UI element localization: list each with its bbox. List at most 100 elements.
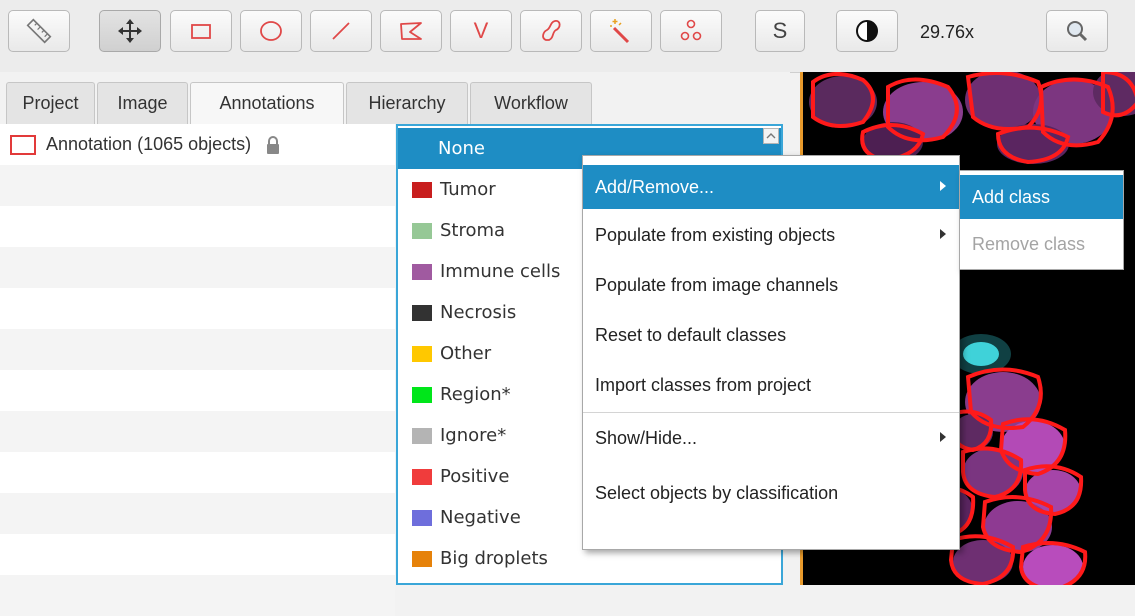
- list-stripe: [0, 452, 395, 493]
- annotation-row[interactable]: Annotation (1065 objects): [0, 124, 395, 165]
- list-stripe: [0, 534, 395, 575]
- polygon-icon: [400, 22, 422, 40]
- menu-item-label: Import classes from project: [595, 374, 812, 395]
- class-label: Stroma: [440, 220, 506, 241]
- class-label: Negative: [440, 507, 521, 528]
- contrast-icon: [856, 20, 878, 42]
- scroll-up-button[interactable]: [763, 128, 779, 144]
- tab-label: Hierarchy: [368, 93, 446, 113]
- brightness-contrast-button[interactable]: [836, 10, 898, 52]
- lock-icon: [267, 135, 280, 154]
- zoom-level: 29.76x: [920, 22, 975, 42]
- menu-item-add-class[interactable]: Add class: [960, 175, 1123, 219]
- brush-tool-button[interactable]: [520, 10, 582, 52]
- tab-workflow[interactable]: Workflow: [470, 82, 592, 124]
- menu-item-add-remove[interactable]: Add/Remove...: [583, 165, 959, 209]
- tab-label: Workflow: [494, 93, 568, 113]
- tab-hierarchy[interactable]: Hierarchy: [346, 82, 468, 124]
- wand-icon: [610, 19, 630, 44]
- rectangle-icon: [191, 24, 211, 39]
- rectangle-tool-button[interactable]: [170, 10, 232, 52]
- menu-item-remove-class[interactable]: Remove class: [960, 222, 1123, 266]
- list-stripe: [0, 370, 395, 411]
- tab-image[interactable]: Image: [97, 82, 188, 124]
- menu-item-label: Populate from existing objects: [595, 224, 836, 245]
- class-context-menu: Add/Remove... Populate from existing obj…: [582, 155, 960, 550]
- class-label: Positive: [440, 466, 510, 487]
- menu-item-populate-existing[interactable]: Populate from existing objects: [583, 213, 959, 257]
- class-label: Big droplets: [440, 548, 548, 569]
- line-tool-button[interactable]: [310, 10, 372, 52]
- submenu-arrow-icon: [940, 432, 946, 442]
- submenu-arrow-icon: [940, 229, 946, 239]
- chevron-up-icon: [766, 133, 776, 139]
- class-color-swatch: [412, 263, 432, 280]
- menu-item-label: Populate from image channels: [595, 274, 839, 295]
- class-color-swatch: [412, 386, 432, 403]
- tab-label: Image: [117, 93, 168, 113]
- class-label: Other: [440, 343, 492, 364]
- menu-item-import-classes[interactable]: Import classes from project: [583, 363, 959, 407]
- list-stripe: [0, 575, 395, 616]
- class-label: Region*: [440, 384, 511, 405]
- annotation-list[interactable]: Annotation (1065 objects): [0, 124, 395, 616]
- wand-tool-button[interactable]: [590, 10, 652, 52]
- menu-item-reset-default[interactable]: Reset to default classes: [583, 313, 959, 357]
- list-stripe: [0, 165, 395, 206]
- polyline-tool-button[interactable]: V: [450, 10, 512, 52]
- points-icon: [680, 19, 702, 41]
- class-color-swatch: [412, 345, 432, 362]
- class-color-swatch: [412, 222, 432, 239]
- menu-item-show-hide[interactable]: Show/Hide...: [583, 416, 959, 460]
- class-label: Necrosis: [440, 302, 517, 323]
- menu-item-label: Remove class: [972, 233, 1086, 254]
- ellipse-icon: [260, 21, 282, 41]
- menu-item-label: Add/Remove...: [595, 176, 715, 197]
- list-stripe: [0, 493, 395, 534]
- points-tool-button[interactable]: [660, 10, 722, 52]
- tab-label: Annotations: [219, 93, 315, 113]
- zoom-icon: [1067, 21, 1088, 42]
- move-icon: [118, 19, 142, 43]
- polygon-tool-button[interactable]: [380, 10, 442, 52]
- tab-project[interactable]: Project: [6, 82, 95, 124]
- menu-item-populate-channels[interactable]: Populate from image channels: [583, 263, 959, 307]
- class-color-swatch: [412, 427, 432, 444]
- line-icon: [332, 22, 350, 40]
- class-label: Immune cells: [440, 261, 561, 282]
- class-label: Ignore*: [440, 425, 507, 446]
- selection-mode-icon: S: [772, 18, 788, 43]
- ruler-tool-button[interactable]: [8, 10, 70, 52]
- class-color-swatch: [412, 304, 432, 321]
- menu-item-label: Add class: [972, 186, 1051, 207]
- polyline-icon: V: [473, 18, 489, 43]
- class-color-swatch: [412, 468, 432, 485]
- ellipse-tool-button[interactable]: [240, 10, 302, 52]
- toolbar: V S 29.76x: [0, 0, 1135, 73]
- menu-separator: [583, 412, 959, 413]
- list-stripe: [0, 247, 395, 288]
- menu-item-label: Reset to default classes: [595, 324, 787, 345]
- submenu-arrow-icon: [940, 181, 946, 191]
- list-stripe: [0, 329, 395, 370]
- zoom-button[interactable]: [1046, 10, 1108, 52]
- list-stripe: [0, 288, 395, 329]
- menu-item-label: Show/Hide...: [595, 427, 698, 448]
- tab-label: Project: [22, 93, 79, 113]
- class-label: Tumor: [440, 179, 496, 200]
- add-remove-submenu: Add class Remove class: [959, 170, 1124, 270]
- list-stripe: [0, 206, 395, 247]
- brush-icon: [542, 20, 561, 41]
- class-color-swatch: [412, 550, 432, 567]
- selection-mode-button[interactable]: S: [755, 10, 805, 52]
- class-color-swatch: [412, 181, 432, 198]
- move-tool-button[interactable]: [99, 10, 161, 52]
- annotation-color-swatch: [10, 134, 36, 155]
- tab-annotations[interactable]: Annotations: [190, 82, 344, 124]
- class-color-swatch: [412, 509, 432, 526]
- menu-item-select-by-class[interactable]: Select objects by classification: [583, 471, 959, 515]
- class-label: None: [438, 138, 485, 159]
- annotation-label: Annotation (1065 objects): [46, 134, 252, 154]
- menu-item-label: Select objects by classification: [595, 482, 839, 503]
- ruler-icon: [26, 18, 52, 44]
